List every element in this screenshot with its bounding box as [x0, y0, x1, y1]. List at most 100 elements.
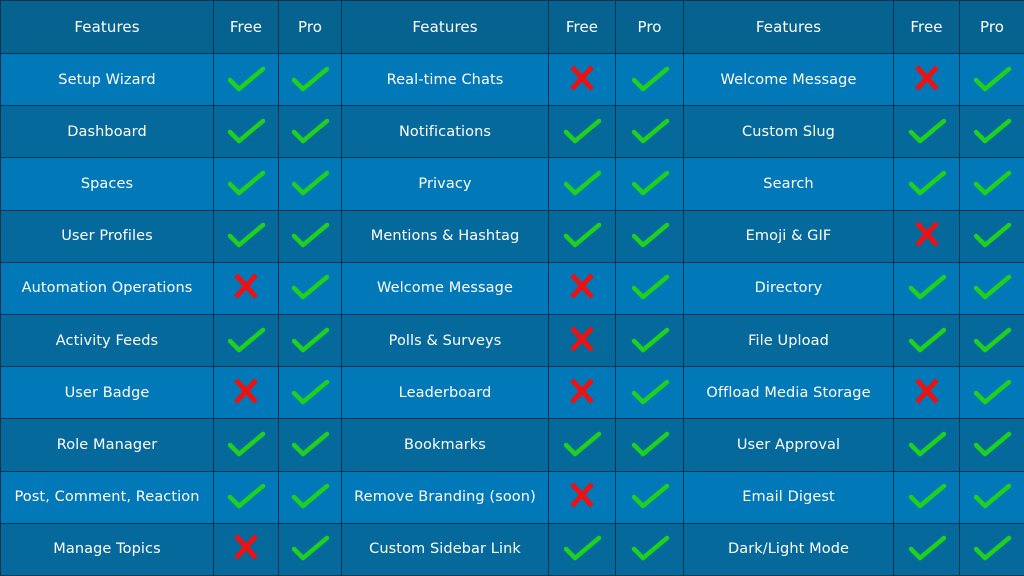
check-icon [560, 218, 604, 250]
check-icon [288, 427, 332, 459]
cross-icon [905, 218, 949, 250]
check-icon [905, 323, 949, 355]
pro-availability-cell [615, 522, 684, 576]
pro-availability-cell [615, 418, 684, 472]
check-icon [628, 166, 672, 198]
pro-availability-cell [278, 52, 342, 107]
cross-icon [560, 375, 604, 407]
feature-name: Email Digest [683, 470, 894, 524]
check-icon [970, 166, 1014, 198]
free-availability-cell [893, 52, 960, 107]
free-availability-cell [213, 470, 279, 524]
feature-name: Setup Wizard [0, 52, 214, 107]
table-row: Activity Feeds Polls & Surveys File Upload [0, 313, 1024, 368]
header-free: Free [893, 0, 960, 54]
table-row: Manage Topics Custom Sidebar Link Dark/Lig… [0, 522, 1024, 576]
cross-icon [560, 479, 604, 511]
feature-name: Manage Topics [0, 522, 214, 576]
feature-name: User Badge [0, 366, 214, 420]
feature-name: Custom Slug [683, 105, 894, 159]
feature-name: Search [683, 157, 894, 211]
table-row: Post, Comment, Reaction Remove Branding (… [0, 470, 1024, 524]
pro-availability-cell [959, 522, 1024, 576]
feature-name: File Upload [683, 313, 894, 368]
free-availability-cell [213, 52, 279, 107]
check-icon [224, 114, 268, 146]
free-availability-cell [213, 418, 279, 472]
check-icon [224, 479, 268, 511]
free-availability-cell [893, 313, 960, 368]
pro-availability-cell [278, 418, 342, 472]
check-icon [905, 166, 949, 198]
free-availability-cell [548, 52, 616, 107]
pro-availability-cell [615, 157, 684, 211]
check-icon [628, 375, 672, 407]
free-availability-cell [213, 209, 279, 263]
check-icon [970, 375, 1014, 407]
check-icon [288, 375, 332, 407]
header-pro: Pro [615, 0, 684, 54]
check-icon [628, 114, 672, 146]
header-row: Features Free Pro Features Free Pro Feat… [0, 0, 1024, 54]
free-availability-cell [893, 470, 960, 524]
pro-availability-cell [278, 366, 342, 420]
pro-availability-cell [278, 105, 342, 159]
free-availability-cell [213, 105, 279, 159]
pro-availability-cell [615, 366, 684, 420]
free-availability-cell [548, 470, 616, 524]
check-icon [628, 270, 672, 302]
free-availability-cell [893, 261, 960, 315]
cross-icon [560, 62, 604, 94]
feature-name: Dark/Light Mode [683, 522, 894, 576]
check-icon [628, 218, 672, 250]
pro-availability-cell [278, 522, 342, 576]
feature-name: Dashboard [0, 105, 214, 159]
feature-comparison-table: Features Free Pro Features Free Pro Feat… [0, 0, 1024, 576]
pro-availability-cell [959, 209, 1024, 263]
check-icon [224, 166, 268, 198]
feature-name: Privacy [341, 157, 549, 211]
pro-availability-cell [615, 470, 684, 524]
feature-name: Welcome Message [341, 261, 549, 315]
cross-icon [560, 270, 604, 302]
check-icon [905, 427, 949, 459]
pro-availability-cell [615, 209, 684, 263]
feature-name: Remove Branding (soon) [341, 470, 549, 524]
check-icon [288, 166, 332, 198]
pro-availability-cell [278, 157, 342, 211]
table-row: Role Manager Bookmarks User Approval [0, 418, 1024, 472]
feature-name: Spaces [0, 157, 214, 211]
feature-name: Real-time Chats [341, 52, 549, 107]
pro-availability-cell [959, 261, 1024, 315]
pro-availability-cell [278, 209, 342, 263]
header-features: Features [0, 0, 214, 54]
check-icon [970, 62, 1014, 94]
check-icon [628, 62, 672, 94]
free-availability-cell [893, 209, 960, 263]
feature-name: Directory [683, 261, 894, 315]
check-icon [288, 62, 332, 94]
feature-name: User Approval [683, 418, 894, 472]
feature-name: User Profiles [0, 209, 214, 263]
free-availability-cell [213, 313, 279, 368]
free-availability-cell [548, 522, 616, 576]
table-row: Setup Wizard Real-time Chats Welcome Messa… [0, 52, 1024, 107]
check-icon [288, 479, 332, 511]
pro-availability-cell [959, 157, 1024, 211]
check-icon [224, 427, 268, 459]
free-availability-cell [213, 157, 279, 211]
header-features: Features [683, 0, 894, 54]
check-icon [288, 270, 332, 302]
free-availability-cell [548, 105, 616, 159]
feature-name: Polls & Surveys [341, 313, 549, 368]
feature-name: Role Manager [0, 418, 214, 472]
feature-name: Custom Sidebar Link [341, 522, 549, 576]
free-availability-cell [213, 522, 279, 576]
pro-availability-cell [278, 313, 342, 368]
check-icon [560, 427, 604, 459]
pro-availability-cell [615, 105, 684, 159]
pro-availability-cell [278, 261, 342, 315]
cross-icon [224, 531, 268, 563]
free-availability-cell [893, 418, 960, 472]
check-icon [905, 270, 949, 302]
